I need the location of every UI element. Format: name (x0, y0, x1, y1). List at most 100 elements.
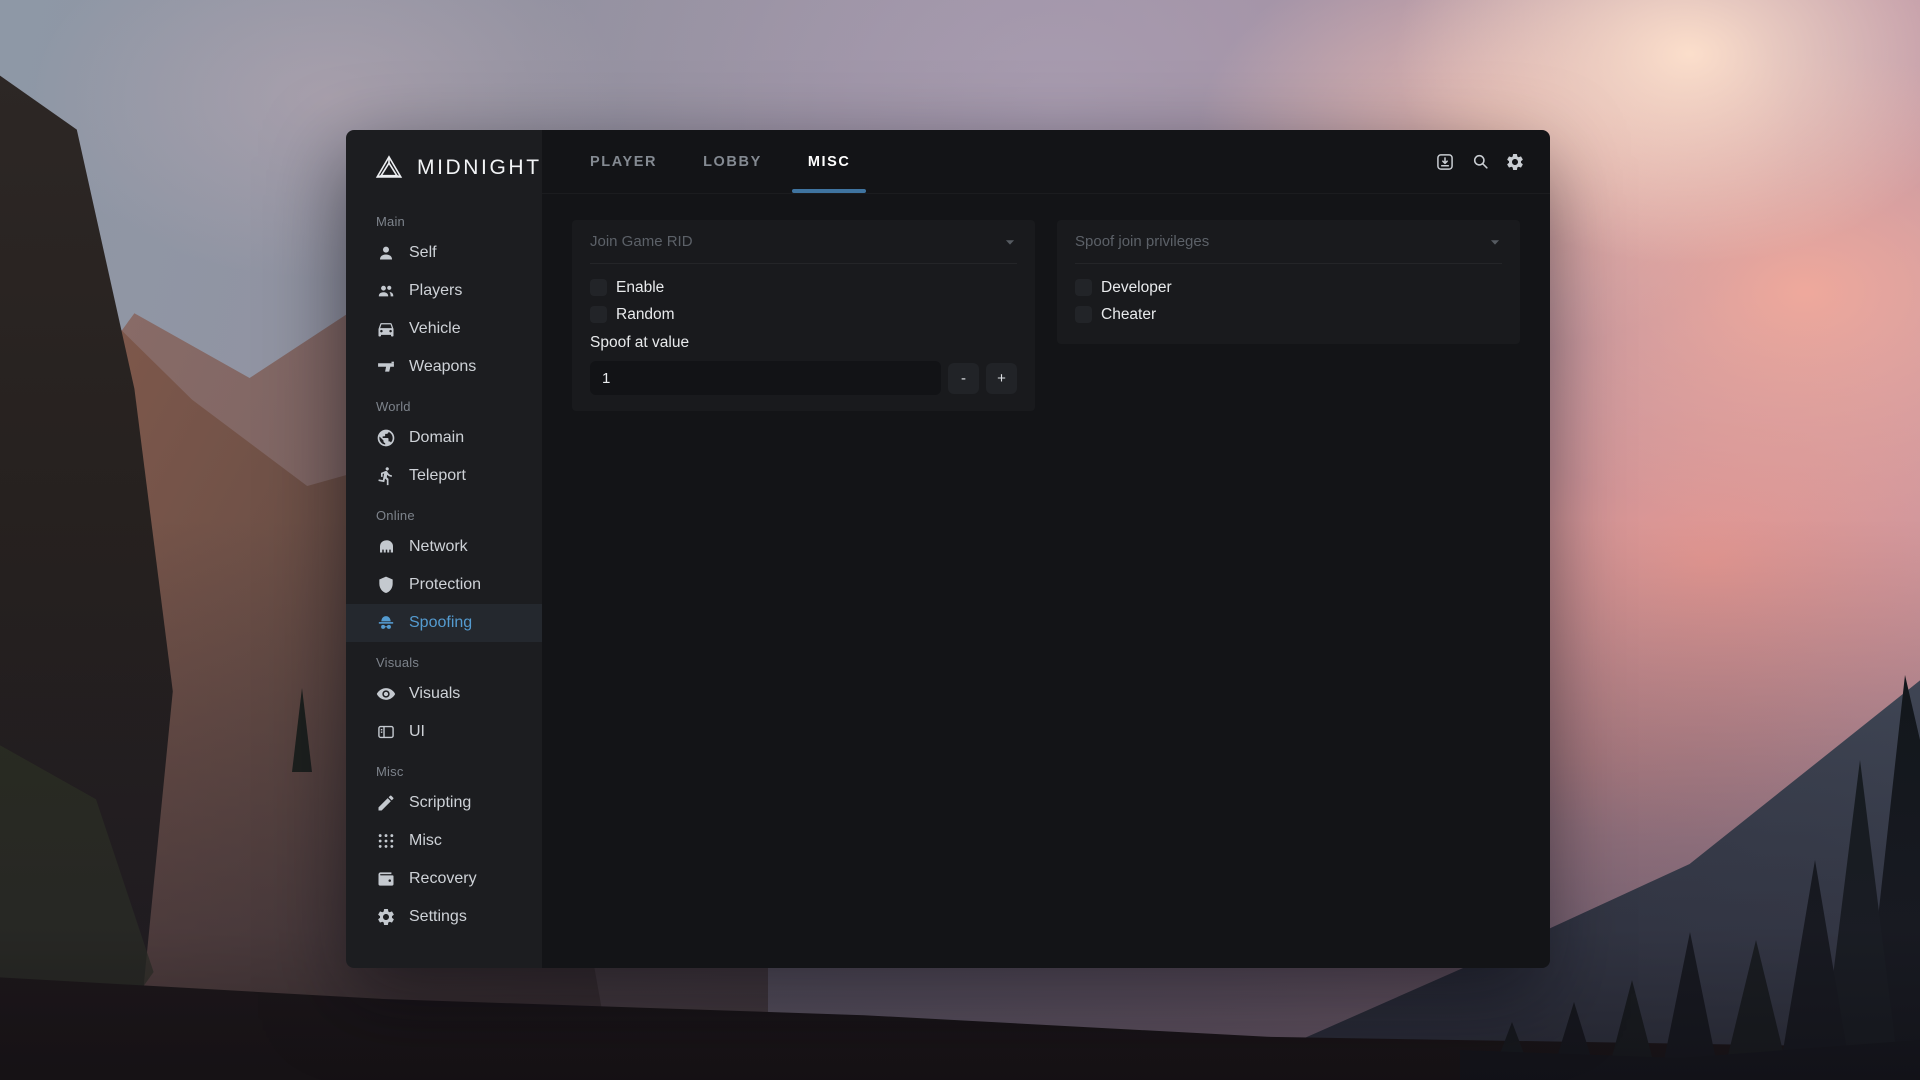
sidebar-item-teleport[interactable]: Teleport (346, 457, 542, 495)
checkbox-label: Developer (1101, 278, 1172, 296)
grid-dots-icon (376, 831, 396, 851)
people-icon (376, 281, 396, 301)
nav-group-online: Online Network Protection Spoofing (346, 508, 542, 642)
tab-player[interactable]: PLAYER (588, 130, 659, 193)
sidebar-item-misc[interactable]: Misc (346, 822, 542, 860)
small-tree-silhouette (292, 688, 312, 772)
spoof-value-stepper: - + (590, 361, 1017, 395)
sidebar-item-network[interactable]: Network (346, 528, 542, 566)
spoof-at-value-label: Spoof at value (590, 334, 690, 351)
search-icon[interactable] (1467, 149, 1493, 175)
nav-group-label: Misc (376, 764, 404, 779)
checkbox-label: Enable (616, 278, 665, 296)
sidebar-item-label: Settings (409, 908, 467, 925)
sidebar-item-settings[interactable]: Settings (346, 898, 542, 936)
nav-group-world: World Domain Teleport (346, 399, 542, 495)
top-bar: PLAYER LOBBY MISC (542, 130, 1550, 194)
join-game-rid-body: Enable Random Spoof at value - + (590, 264, 1017, 395)
tab-bar: PLAYER LOBBY MISC (588, 130, 895, 193)
section-title: Spoof join privileges (1075, 233, 1210, 250)
globe-icon (376, 428, 396, 448)
running-person-icon (376, 466, 396, 486)
sidebar-item-label: Weapons (409, 358, 477, 375)
sidebar-item-label: Recovery (409, 870, 477, 887)
sidebar-item-label: UI (409, 723, 425, 740)
sidebar: MIDNIGHT Main Self Players Vehicle Weapo… (346, 130, 542, 968)
sidebar-item-scripting[interactable]: Scripting (346, 784, 542, 822)
sidebar-item-vehicle[interactable]: Vehicle (346, 310, 542, 348)
decrement-button[interactable]: - (948, 362, 979, 394)
sidebar-item-recovery[interactable]: Recovery (346, 860, 542, 898)
midnight-menu-window: MIDNIGHT Main Self Players Vehicle Weapo… (346, 130, 1550, 968)
incognito-icon (376, 613, 396, 633)
sidebar-item-label: Domain (409, 429, 465, 446)
spoof-value-input[interactable] (590, 361, 941, 395)
sidebar-item-domain[interactable]: Domain (346, 419, 542, 457)
nav-group-label: Online (376, 508, 415, 523)
pistol-icon (376, 357, 396, 377)
layout-icon (376, 722, 396, 742)
sidebar-item-weapons[interactable]: Weapons (346, 348, 542, 386)
pencil-icon (376, 793, 396, 813)
nav-group-label: Visuals (376, 655, 420, 670)
brand-title: MIDNIGHT (417, 156, 542, 179)
nav-group-label: Main (376, 214, 405, 229)
person-icon (376, 243, 396, 263)
cheater-checkbox-row[interactable]: Cheater (1075, 301, 1502, 328)
sidebar-item-label: Misc (409, 832, 442, 849)
checkbox-label: Cheater (1101, 305, 1157, 323)
sidebar-item-label: Scripting (409, 794, 472, 811)
checkbox-label: Random (616, 305, 675, 323)
chevron-down-icon (1488, 235, 1502, 249)
sidebar-item-label: Players (409, 282, 463, 299)
sidebar-item-ui[interactable]: UI (346, 713, 542, 751)
penrose-triangle-logo-icon (374, 153, 404, 183)
wallet-icon (376, 869, 396, 889)
sidebar-item-players[interactable]: Players (346, 272, 542, 310)
developer-checkbox-row[interactable]: Developer (1075, 274, 1502, 301)
sidebar-item-visuals[interactable]: Visuals (346, 675, 542, 713)
sidebar-item-label: Network (409, 538, 468, 555)
settings-icon[interactable] (1502, 149, 1528, 175)
sidebar-item-self[interactable]: Self (346, 234, 542, 272)
enable-checkbox-row[interactable]: Enable (590, 274, 1017, 301)
nav-group-visuals: Visuals Visuals UI (346, 655, 542, 751)
eye-icon (376, 684, 396, 704)
spoof-join-privileges-header[interactable]: Spoof join privileges (1075, 220, 1502, 264)
tab-misc[interactable]: MISC (806, 130, 853, 193)
gear-icon (376, 907, 396, 927)
nav-group-main: Main Self Players Vehicle Weapons (346, 214, 542, 386)
sidebar-nav: Main Self Players Vehicle Weapons World … (346, 206, 542, 949)
shield-icon (376, 575, 396, 595)
logo-row: MIDNIGHT (346, 130, 542, 206)
section-title: Join Game RID (590, 233, 693, 250)
increment-button[interactable]: + (986, 362, 1017, 394)
checkbox (1075, 279, 1092, 296)
random-checkbox-row[interactable]: Random (590, 301, 1017, 328)
car-icon (376, 319, 396, 339)
tab-lobby[interactable]: LOBBY (701, 130, 764, 193)
nav-group-misc: Misc Scripting Misc Recovery Settings (346, 764, 542, 936)
sidebar-item-label: Vehicle (409, 320, 461, 337)
sidebar-item-label: Self (409, 244, 437, 261)
sidebar-item-protection[interactable]: Protection (346, 566, 542, 604)
network-icon (376, 537, 396, 557)
sidebar-item-label: Protection (409, 576, 482, 593)
sidebar-item-label: Spoofing (409, 614, 473, 631)
checkbox (1075, 306, 1092, 323)
join-game-rid-card: Join Game RID Enable Random Spoof at val… (572, 220, 1035, 411)
sidebar-item-spoofing[interactable]: Spoofing (346, 604, 542, 642)
chevron-down-icon (1003, 235, 1017, 249)
sidebar-item-label: Teleport (409, 467, 466, 484)
spoof-join-privileges-card: Spoof join privileges Developer Cheater (1057, 220, 1520, 344)
join-game-rid-header[interactable]: Join Game RID (590, 220, 1017, 264)
checkbox (590, 279, 607, 296)
toolbar (1432, 149, 1528, 175)
save-icon[interactable] (1432, 149, 1458, 175)
checkbox (590, 306, 607, 323)
content-area: Join Game RID Enable Random Spoof at val… (542, 194, 1550, 437)
nav-group-label: World (376, 399, 411, 414)
sidebar-item-label: Visuals (409, 685, 461, 702)
spoof-join-privileges-body: Developer Cheater (1075, 264, 1502, 328)
main-area: PLAYER LOBBY MISC Join Game RID Enable R… (542, 130, 1550, 968)
